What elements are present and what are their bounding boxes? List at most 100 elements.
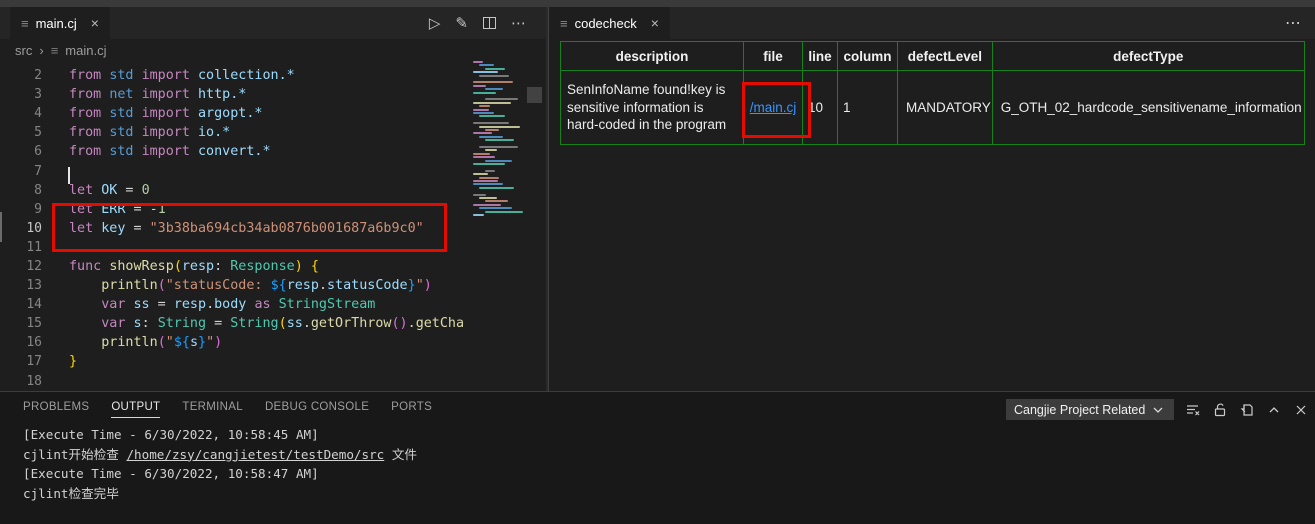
code-token: import bbox=[142, 87, 198, 102]
panel-tab-debug-console[interactable]: DEBUG CONSOLE bbox=[265, 401, 369, 418]
line-number[interactable]: 18 bbox=[0, 374, 42, 389]
line-number[interactable]: 7 bbox=[0, 164, 42, 179]
minimap-line bbox=[479, 197, 497, 199]
close-panel-icon[interactable] bbox=[1293, 402, 1309, 418]
code-line[interactable]: 13 println("statusCode: ${resp.statusCod… bbox=[0, 276, 466, 295]
code-text: let OK = 0 bbox=[69, 181, 150, 200]
code-token: "statusCode: bbox=[166, 278, 271, 293]
tab-main-cj[interactable]: ≡ main.cj × bbox=[10, 7, 110, 39]
breadcrumb-folder[interactable]: src bbox=[15, 43, 32, 58]
panel-tab-problems[interactable]: PROBLEMS bbox=[23, 401, 89, 418]
line-number[interactable]: 2 bbox=[0, 68, 42, 83]
file-list-icon: ≡ bbox=[51, 43, 59, 58]
panel-tab-terminal[interactable]: TERMINAL bbox=[182, 401, 243, 418]
line-number[interactable]: 13 bbox=[0, 278, 42, 293]
code-line[interactable]: 11 bbox=[0, 238, 466, 257]
code-text: from net import http.* bbox=[69, 85, 246, 104]
line-number[interactable]: 11 bbox=[0, 240, 42, 255]
minimap-line bbox=[485, 129, 499, 131]
minimap-line bbox=[485, 170, 495, 172]
code-line[interactable]: 10let key = "3b38ba694cb34ab0876b001687a… bbox=[0, 219, 466, 238]
tab-codecheck[interactable]: ≡ codecheck × bbox=[549, 7, 670, 39]
edit-icon[interactable]: ✎ bbox=[455, 16, 468, 31]
minimap-line bbox=[473, 183, 503, 185]
split-editor-icon[interactable] bbox=[483, 17, 496, 29]
codecheck-defect-table: descriptionfilelinecolumndefectLeveldefe… bbox=[560, 41, 1305, 145]
line-number[interactable]: 14 bbox=[0, 297, 42, 312]
cell-line: 10 bbox=[803, 71, 838, 145]
file-link[interactable]: /main.cj bbox=[750, 100, 797, 115]
maximize-panel-icon[interactable] bbox=[1266, 402, 1282, 418]
left-tab-bar: ≡ main.cj × ▷ ✎ ⋯ bbox=[0, 7, 546, 39]
more-actions-icon[interactable]: ⋯ bbox=[511, 16, 526, 31]
code-token: s bbox=[190, 335, 198, 350]
line-number[interactable]: 6 bbox=[0, 144, 42, 159]
code-editor[interactable]: 2from std import collection.* 3 from net i… bbox=[0, 61, 466, 391]
unlock-icon[interactable] bbox=[1212, 402, 1228, 418]
code-token: ( bbox=[174, 259, 182, 274]
close-icon[interactable]: × bbox=[651, 15, 659, 31]
code-token: . bbox=[408, 316, 416, 331]
column-header-defectType: defectType bbox=[992, 42, 1304, 71]
code-token: from bbox=[69, 87, 109, 102]
line-number[interactable]: 5 bbox=[0, 125, 42, 140]
code-token: from bbox=[69, 125, 109, 140]
output-channel-dropdown[interactable]: Cangjie Project Related bbox=[1006, 399, 1174, 420]
line-number[interactable]: 3 bbox=[0, 87, 42, 102]
close-icon[interactable]: × bbox=[91, 15, 99, 31]
run-icon[interactable]: ▷ bbox=[429, 16, 441, 31]
code-token: } bbox=[198, 335, 206, 350]
minimap[interactable] bbox=[473, 61, 525, 231]
vertical-scrollbar[interactable] bbox=[526, 61, 543, 391]
open-output-in-editor-icon[interactable] bbox=[1239, 402, 1255, 418]
minimap-line bbox=[473, 173, 488, 175]
output-line: [Execute Time - 6/30/2022, 10:58:45 AM] bbox=[23, 425, 417, 445]
code-line[interactable]: 2from std import collection.* bbox=[0, 66, 466, 85]
clear-output-icon[interactable] bbox=[1185, 402, 1201, 418]
panel-tab-output[interactable]: OUTPUT bbox=[111, 401, 160, 418]
breadcrumb-file[interactable]: main.cj bbox=[65, 43, 106, 58]
minimap-line bbox=[485, 200, 508, 202]
code-line[interactable]: 9let ERR = -1 bbox=[0, 200, 466, 219]
line-number[interactable]: 15 bbox=[0, 316, 42, 331]
minimap-line bbox=[485, 139, 514, 141]
line-number[interactable]: 9 bbox=[0, 202, 42, 217]
code-token: . bbox=[303, 316, 311, 331]
output-path-link[interactable]: /home/zsy/cangjietest/testDemo/src bbox=[126, 447, 384, 462]
code-token: } bbox=[408, 278, 416, 293]
code-line[interactable]: 3 from net import http.* bbox=[0, 85, 466, 104]
code-token: from bbox=[69, 144, 109, 159]
panel-tab-ports[interactable]: PORTS bbox=[391, 401, 432, 418]
code-line[interactable]: 18 bbox=[0, 372, 466, 391]
output-text: 文件 bbox=[384, 447, 417, 462]
left-edge-marker bbox=[0, 212, 2, 242]
code-line[interactable]: 15 var s: String = String(ss.getOrThrow(… bbox=[0, 314, 466, 333]
code-text: from std import argopt.* bbox=[69, 104, 263, 123]
more-actions-icon[interactable]: ⋯ bbox=[1285, 13, 1301, 33]
output-line: cjlint开始检查 /home/zsy/cangjietest/testDem… bbox=[23, 445, 417, 465]
cell-description: SenInfoName found!key is sensitive infor… bbox=[561, 71, 744, 145]
code-token: resp bbox=[174, 297, 206, 312]
code-text: println("statusCode: ${resp.statusCode}"… bbox=[69, 276, 432, 295]
code-token: : bbox=[142, 316, 158, 331]
column-header-line: line bbox=[803, 42, 838, 71]
code-line[interactable]: 6from std import convert.* bbox=[0, 142, 466, 161]
code-line[interactable]: 5from std import io.* bbox=[0, 123, 466, 142]
code-token: } bbox=[69, 354, 77, 369]
code-line[interactable]: 17} bbox=[0, 352, 466, 371]
code-token: 0 bbox=[142, 183, 150, 198]
code-line[interactable]: 14 var ss = resp.body as StringStream bbox=[0, 295, 466, 314]
line-number[interactable]: 12 bbox=[0, 259, 42, 274]
code-token: "3b38ba694cb34ab0876b001687a6b9c0" bbox=[150, 221, 424, 236]
code-line[interactable]: 16 println("${s}") bbox=[0, 333, 466, 352]
scrollbar-thumb[interactable] bbox=[527, 87, 542, 103]
line-number[interactable]: 10 bbox=[0, 221, 42, 236]
line-number[interactable]: 16 bbox=[0, 335, 42, 350]
line-number[interactable]: 8 bbox=[0, 183, 42, 198]
code-line[interactable]: 4 from std import argopt.* bbox=[0, 104, 466, 123]
minimap-line bbox=[479, 105, 490, 107]
code-line[interactable]: 12func showResp(resp: Response) { bbox=[0, 257, 466, 276]
line-number[interactable]: 4 bbox=[0, 106, 42, 121]
line-number[interactable]: 17 bbox=[0, 354, 42, 369]
code-token: println bbox=[101, 278, 157, 293]
